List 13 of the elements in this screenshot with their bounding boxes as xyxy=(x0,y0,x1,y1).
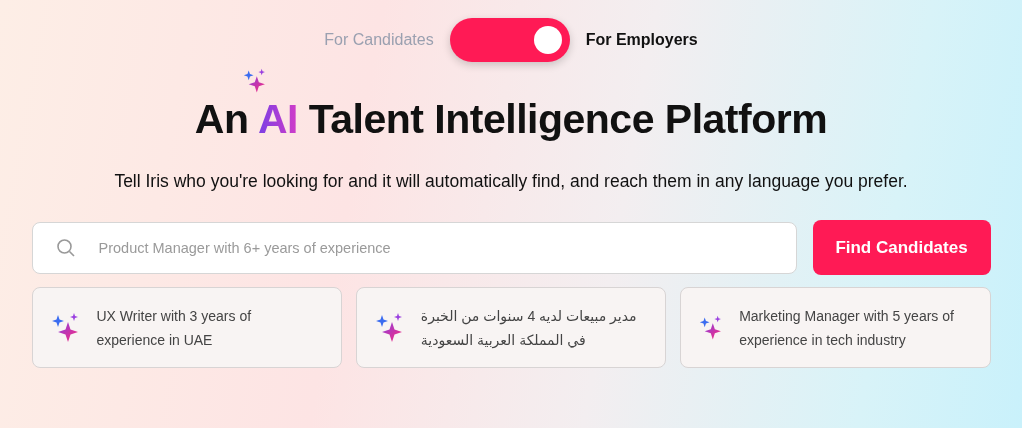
toggle-label[interactable]: For Employers xyxy=(585,31,698,49)
search-field[interactable]: Product Manager with 6+ years of experience xyxy=(31,222,797,274)
suggestion-text: UX Writer with 3 years of experience in UAE xyxy=(96,306,253,350)
find-candidates-button[interactable]: Find Candidates xyxy=(812,220,991,275)
search-icon xyxy=(55,238,76,258)
suggestion-text: مدير مبيعات لديه 4 سنوات من الخبرة في المملكة العربية السعودية xyxy=(420,306,638,351)
toggle-switch[interactable] xyxy=(449,18,570,62)
subtitle: Tell Iris who you're looking for and it will automatically find, and reach them in any language you prefer. xyxy=(114,171,908,192)
suggestion-card[interactable]: Marketing Manager with 5 years of experience in tech industry xyxy=(680,287,991,368)
suggestion-card[interactable]: UX Writer with 3 years of experience in UAE xyxy=(31,287,342,368)
page-title: An AI Talent Intelligence Platform xyxy=(194,96,828,143)
suggestion-text: Marketing Manager with 5 years of experience in tech industry xyxy=(739,306,955,350)
suggestion-card[interactable]: مدير مبيعات لديه 4 سنوات من الخبرة في المملكة العربية السعودية xyxy=(355,287,667,368)
